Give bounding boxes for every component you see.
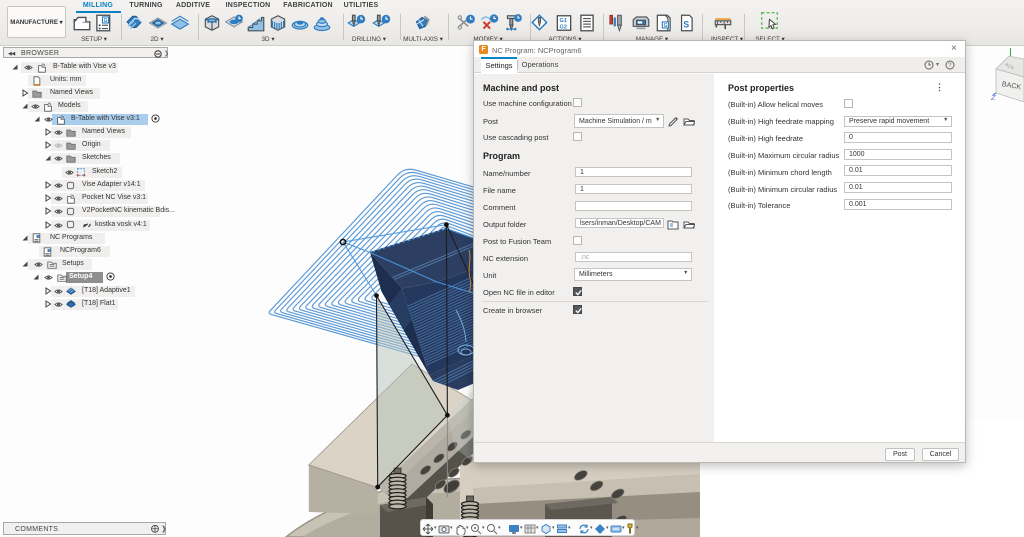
svg-text:G1: G1 xyxy=(560,18,567,24)
svg-text:S: S xyxy=(683,19,689,29)
svg-text:G: G xyxy=(104,18,108,24)
svg-text:G2: G2 xyxy=(560,25,567,31)
svg-text:G: G xyxy=(664,23,668,29)
